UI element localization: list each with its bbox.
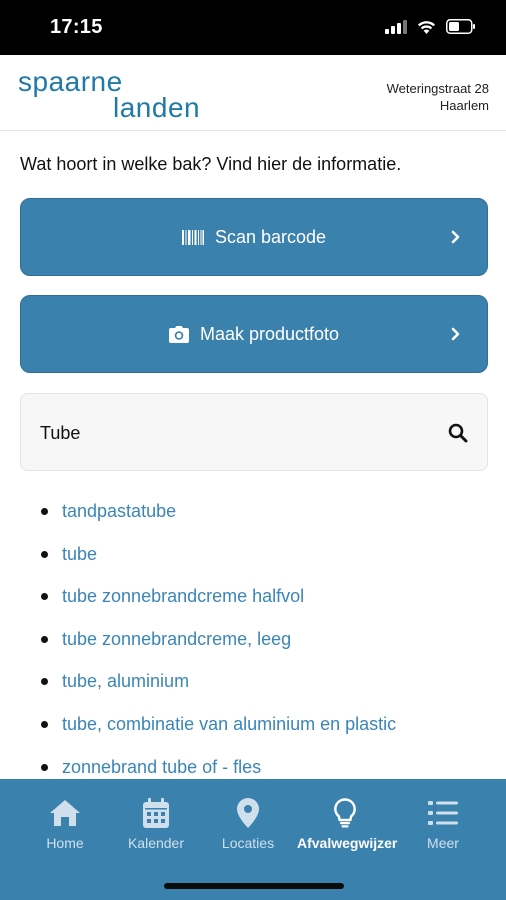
product-photo-label: Maak productfoto (199, 323, 340, 344)
scan-barcode-button[interactable]: Scan barcode (20, 198, 488, 276)
list-item: tube, combinatie van aluminium en plasti… (0, 703, 506, 746)
nav-item-locaties[interactable]: Locaties (200, 797, 296, 851)
result-link[interactable]: zonnebrand tube of - fles (62, 757, 261, 778)
list-item: tube zonnebrandcreme, leeg (0, 618, 506, 661)
calendar-icon (143, 798, 169, 828)
home-icon (50, 800, 80, 826)
bullet (41, 678, 48, 686)
product-photo-button[interactable]: Maak productfoto (20, 295, 488, 373)
list-item: tube, aluminium (0, 660, 506, 703)
nav-label: Home (46, 835, 84, 851)
intro-text: Wat hoort in welke bak? Vind hier de inf… (20, 154, 402, 174)
search-input[interactable] (40, 420, 420, 446)
nav-label: Afvalwegwijzer (297, 835, 398, 851)
result-link[interactable]: tandpastatube (62, 501, 176, 522)
bullet (41, 635, 48, 643)
result-link[interactable]: tube, combinatie van aluminium en plasti… (62, 714, 396, 735)
list-item: tandpastatube (0, 490, 506, 533)
nav-item-afvalwegwijzer[interactable]: Afvalwegwijzer (297, 797, 398, 851)
wifi-icon (418, 20, 435, 34)
lightbulb-icon (334, 798, 356, 828)
result-link[interactable]: tube, aluminium (62, 671, 189, 692)
nav-label: Kalender (127, 835, 185, 851)
nav-item-meer[interactable]: Meer (395, 797, 491, 851)
bullet (41, 593, 48, 601)
status-time: 17:15 (50, 16, 103, 38)
bullet (41, 720, 48, 728)
bottom-nav: Home Kalender Locaties Afvalwegwijzer Me… (0, 779, 506, 900)
result-link[interactable]: tube zonnebrandcreme halfvol (62, 586, 304, 607)
status-icons (385, 19, 476, 34)
bullet (41, 763, 48, 771)
app-header: spaarne landen Weteringstraat 28 Haarlem (0, 55, 506, 131)
search-box (20, 393, 488, 471)
list-icon (428, 801, 458, 825)
map-pin-icon (237, 798, 259, 828)
spaarnelanden-logo: spaarne landen (18, 67, 200, 119)
logo-line-1: spaarne (18, 67, 123, 97)
result-link[interactable]: tube zonnebrandcreme, leeg (62, 629, 291, 650)
logo-line-2: landen (113, 92, 200, 119)
nav-label: Meer (427, 835, 459, 851)
status-bar: 17:15 (0, 0, 506, 55)
search-icon[interactable] (448, 423, 468, 443)
bullet (41, 550, 48, 558)
results-list: tandpastatube tube tube zonnebrandcreme … (0, 490, 506, 788)
chevron-right-icon (451, 230, 460, 244)
result-link[interactable]: tube (62, 544, 97, 565)
battery-icon (446, 19, 475, 34)
address-city: Haarlem (439, 98, 489, 113)
camera-icon (168, 325, 189, 343)
nav-item-kalender[interactable]: Kalender (108, 797, 204, 851)
list-item: tube (0, 533, 506, 576)
chevron-right-icon (451, 327, 460, 341)
nav-label: Locaties (221, 835, 275, 851)
barcode-icon (181, 229, 204, 245)
list-item: tube zonnebrandcreme halfvol (0, 575, 506, 618)
bullet (41, 508, 48, 515)
home-indicator (164, 883, 344, 889)
address-street: Weteringstraat 28 (386, 81, 489, 96)
scan-barcode-label: Scan barcode (214, 226, 327, 247)
nav-item-home[interactable]: Home (17, 797, 113, 851)
address: Weteringstraat 28 Haarlem (387, 80, 489, 114)
cellular-signal-icon (385, 19, 407, 34)
